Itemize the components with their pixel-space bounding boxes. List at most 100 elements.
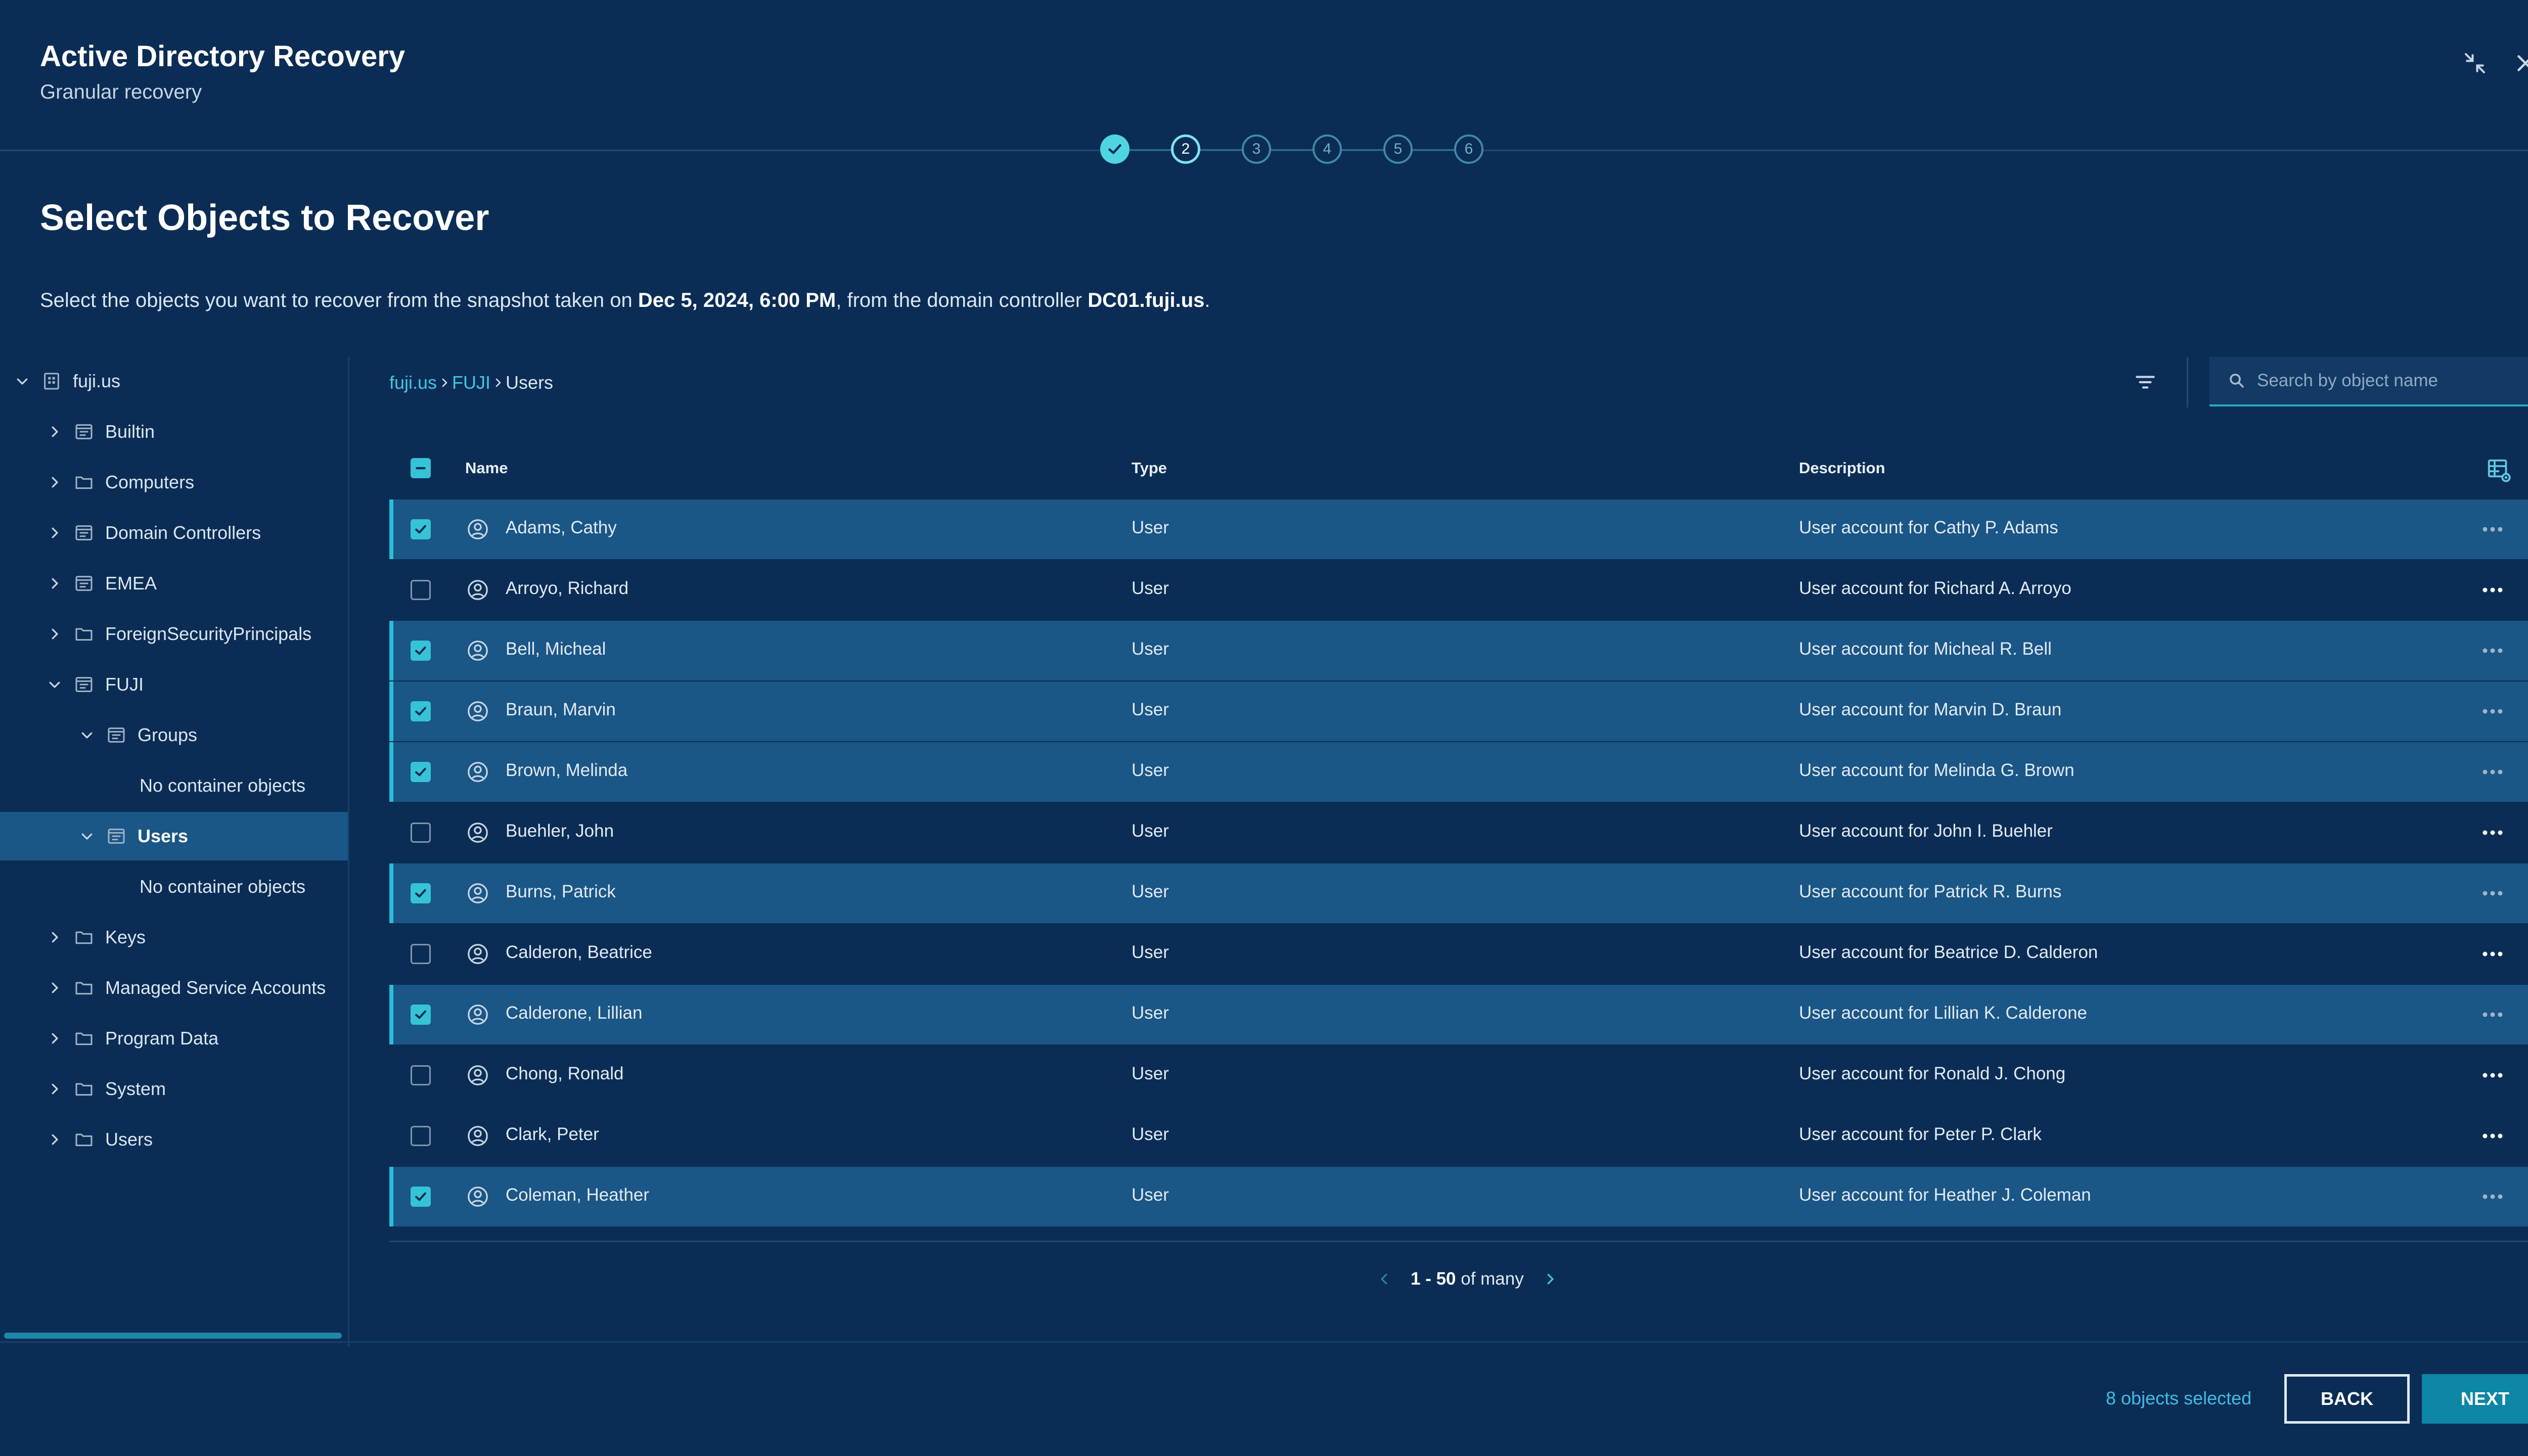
- step-1-completed[interactable]: [1100, 134, 1130, 164]
- tree-item[interactable]: ForeignSecurityPrincipals: [0, 610, 348, 658]
- tree-item-label: Groups: [138, 724, 198, 745]
- chevron-down-icon[interactable]: [44, 674, 65, 695]
- row-actions-button[interactable]: [2472, 577, 2513, 603]
- cell-type: User: [1132, 1064, 1169, 1083]
- row-actions-button[interactable]: [2472, 699, 2513, 724]
- row-checkbox[interactable]: [411, 944, 431, 964]
- chevron-right-icon[interactable]: [44, 1028, 65, 1049]
- chevron-down-icon[interactable]: [12, 371, 32, 391]
- breadcrumb-current: Users: [506, 372, 554, 393]
- search-box[interactable]: [2209, 357, 2528, 406]
- row-checkbox[interactable]: [411, 1065, 431, 1085]
- chevron-right-icon[interactable]: [44, 472, 65, 492]
- step-5: 5: [1383, 134, 1413, 164]
- table-row[interactable]: Burns, Patrick User User account for Patri…: [389, 863, 2528, 923]
- cell-description: User account for John I. Buehler: [1799, 821, 2053, 841]
- tree-item[interactable]: Managed Service Accounts: [0, 964, 348, 1012]
- tree-item[interactable]: FUJI: [0, 660, 348, 709]
- row-actions-button[interactable]: [2472, 941, 2513, 967]
- row-actions-button[interactable]: [2472, 881, 2513, 906]
- column-settings-button[interactable]: [2482, 454, 2516, 487]
- more-icon: [2482, 587, 2503, 593]
- cell-name: Braun, Marvin: [506, 700, 616, 719]
- column-header-description[interactable]: Description: [1799, 459, 1885, 477]
- row-actions-button[interactable]: [2472, 820, 2513, 845]
- tree-item[interactable]: Keys: [0, 913, 348, 962]
- close-button[interactable]: [2508, 46, 2528, 81]
- tree-item[interactable]: Groups: [0, 711, 348, 759]
- search-input[interactable]: [2256, 370, 2528, 391]
- row-checkbox[interactable]: [411, 701, 431, 721]
- breadcrumb: fuji.us FUJI Users: [389, 370, 553, 395]
- cell-name: Chong, Ronald: [506, 1064, 624, 1083]
- row-actions-button[interactable]: [2472, 1123, 2513, 1149]
- table-row[interactable]: Clark, Peter User User account for Peter P…: [389, 1106, 2528, 1166]
- tree-item[interactable]: System: [0, 1065, 348, 1113]
- tree-item[interactable]: Builtin: [0, 407, 348, 456]
- row-actions-button[interactable]: [2472, 759, 2513, 785]
- pagination: 1 - 50 of many: [1373, 1264, 1561, 1294]
- breadcrumb-link[interactable]: FUJI: [452, 372, 490, 393]
- tree-item[interactable]: Computers: [0, 458, 348, 507]
- table-row[interactable]: Buehler, John User User account for John I…: [389, 803, 2528, 862]
- tree-item[interactable]: EMEA: [0, 559, 348, 608]
- minimize-button[interactable]: [2457, 46, 2493, 81]
- column-header-type[interactable]: Type: [1132, 459, 1167, 477]
- back-button[interactable]: BACK: [2284, 1374, 2410, 1424]
- dialog-title: Active Directory Recovery: [40, 40, 405, 73]
- chevron-down-icon[interactable]: [77, 826, 97, 846]
- tree-item[interactable]: Program Data: [0, 1014, 348, 1063]
- tree-item[interactable]: Users: [0, 1115, 348, 1164]
- next-button[interactable]: NEXT: [2422, 1374, 2528, 1424]
- row-actions-button[interactable]: [2472, 1002, 2513, 1027]
- chevron-right-icon[interactable]: [44, 573, 65, 594]
- row-checkbox[interactable]: [411, 823, 431, 843]
- sidebar-scrollbar[interactable]: [4, 1333, 342, 1339]
- step-2-current[interactable]: 2: [1171, 134, 1200, 164]
- chevron-right-icon[interactable]: [44, 1129, 65, 1150]
- table-row[interactable]: Coleman, Heather User User account for Hea…: [389, 1167, 2528, 1226]
- tree-item[interactable]: Users: [0, 812, 348, 860]
- breadcrumb-link[interactable]: fuji.us: [389, 372, 437, 393]
- selected-count[interactable]: 8 objects selected: [2106, 1388, 2251, 1409]
- table-row[interactable]: Braun, Marvin User User account for Marvin…: [389, 681, 2528, 741]
- row-checkbox[interactable]: [411, 519, 431, 539]
- chevron-right-icon[interactable]: [44, 422, 65, 442]
- chevron-right-icon[interactable]: [44, 978, 65, 998]
- row-checkbox[interactable]: [411, 762, 431, 782]
- table-row[interactable]: Adams, Cathy User User account for Cathy P…: [389, 499, 2528, 559]
- select-all-checkbox[interactable]: [411, 458, 431, 478]
- cell-type: User: [1132, 821, 1169, 841]
- table-row[interactable]: Calderone, Lillian User User account for L…: [389, 985, 2528, 1044]
- cell-name: Buehler, John: [506, 821, 614, 841]
- chevron-down-icon[interactable]: [77, 725, 97, 745]
- chevron-right-icon[interactable]: [44, 624, 65, 644]
- container-icon: [105, 825, 127, 847]
- chevron-right-icon[interactable]: [44, 1079, 65, 1099]
- row-actions-button[interactable]: [2472, 1184, 2513, 1209]
- previous-page-button[interactable]: [1373, 1268, 1395, 1290]
- row-actions-button[interactable]: [2472, 638, 2513, 663]
- row-checkbox[interactable]: [411, 1005, 431, 1025]
- tree-item[interactable]: Domain Controllers: [0, 509, 348, 557]
- row-actions-button[interactable]: [2472, 1063, 2513, 1088]
- next-page-button[interactable]: [1539, 1268, 1561, 1290]
- row-checkbox[interactable]: [411, 1187, 431, 1207]
- table-row[interactable]: Arroyo, Richard User User account for Rich…: [389, 560, 2528, 620]
- row-checkbox[interactable]: [411, 580, 431, 600]
- row-checkbox[interactable]: [411, 641, 431, 661]
- chevron-right-icon[interactable]: [44, 523, 65, 543]
- table-row[interactable]: Brown, Melinda User User account for Melin…: [389, 742, 2528, 802]
- tree-item[interactable]: fuji.us: [0, 357, 348, 405]
- table-row[interactable]: Bell, Micheal User User account for Michea…: [389, 621, 2528, 680]
- more-icon: [2482, 648, 2503, 653]
- filter-button[interactable]: [2129, 367, 2162, 397]
- row-checkbox[interactable]: [411, 883, 431, 903]
- table-row[interactable]: Calderon, Beatrice User User account for B…: [389, 924, 2528, 984]
- row-checkbox[interactable]: [411, 1126, 431, 1146]
- chevron-right-icon[interactable]: [44, 927, 65, 947]
- table-row[interactable]: Chong, Ronald User User account for Ronald…: [389, 1045, 2528, 1105]
- user-icon: [466, 578, 489, 602]
- row-actions-button[interactable]: [2472, 517, 2513, 542]
- column-header-name[interactable]: Name: [465, 459, 508, 477]
